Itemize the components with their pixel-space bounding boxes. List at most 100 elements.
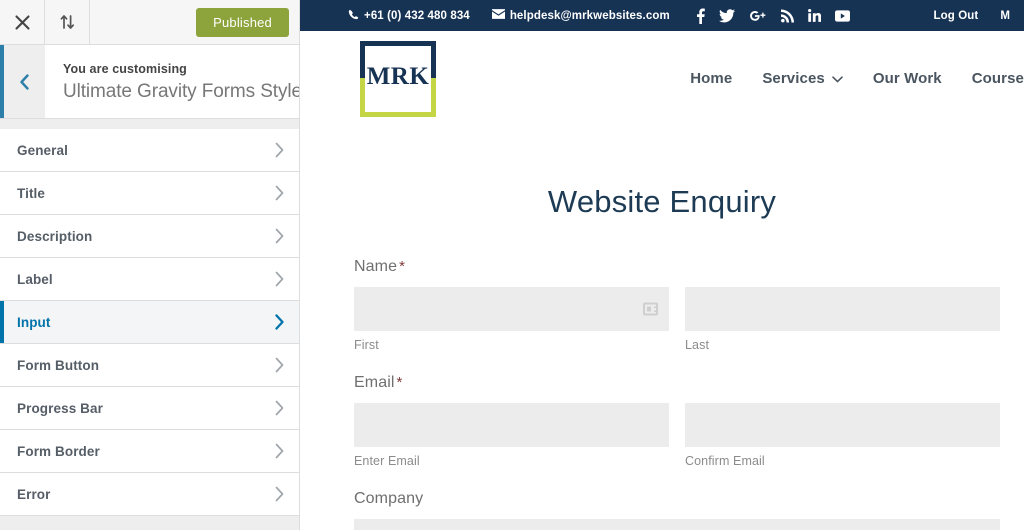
section-label: Description — [17, 228, 93, 244]
nav-item-label: Services — [762, 70, 825, 87]
field-label-text: Email — [354, 374, 395, 391]
field-row — [354, 519, 1000, 530]
phone-icon — [348, 9, 359, 23]
collapse-sidebar-button[interactable] — [0, 45, 45, 118]
field-column: Last — [685, 287, 1000, 352]
section-label: Form Border — [17, 443, 100, 459]
customizer-section-label[interactable]: Label — [0, 258, 299, 301]
envelope-icon — [491, 9, 505, 22]
truncated-link[interactable]: M — [1000, 10, 1010, 22]
section-label: Form Button — [17, 357, 100, 373]
nav-item-our-work[interactable]: Our Work — [873, 70, 942, 87]
linkedin-icon[interactable] — [807, 9, 821, 22]
nav-item-label: Home — [690, 70, 733, 87]
chevron-right-icon — [274, 185, 285, 201]
input-sublabel: Confirm Email — [685, 454, 765, 468]
customizer-section-form-button[interactable]: Form Button — [0, 344, 299, 387]
site-preview: +61 (0) 432 480 834 helpdesk@mrkwebsites… — [300, 0, 1024, 530]
customizer-section-title[interactable]: Title — [0, 172, 299, 215]
customizer-toolbar: Published — [0, 0, 299, 45]
facebook-icon[interactable] — [696, 8, 705, 24]
customizer-section-progress-bar[interactable]: Progress Bar — [0, 387, 299, 430]
phone-number: +61 (0) 432 480 834 — [364, 9, 470, 22]
email-contact[interactable]: helpdesk@mrkwebsites.com — [491, 9, 670, 22]
nav-item-services[interactable]: Services — [762, 70, 843, 87]
chevron-right-icon — [274, 142, 285, 158]
rss-icon[interactable] — [780, 9, 794, 23]
chevron-right-icon — [274, 228, 285, 244]
section-label: Title — [17, 185, 46, 201]
nav-item-home[interactable]: Home — [690, 70, 732, 87]
customizer-screen: Published You are customising Ultimate G… — [0, 0, 1024, 530]
site-top-bar: +61 (0) 432 480 834 helpdesk@mrkwebsites… — [300, 0, 1024, 31]
customizer-section-form-border[interactable]: Form Border — [0, 430, 299, 473]
google-plus-icon[interactable] — [749, 9, 767, 23]
required-asterisk: * — [396, 374, 403, 391]
field-row: Enter Email Confirm Email — [354, 403, 1000, 468]
logo-text: MRK — [366, 62, 430, 90]
input-email-enter-email[interactable] — [354, 403, 669, 447]
close-icon[interactable] — [0, 0, 45, 44]
section-label: Label — [17, 271, 53, 287]
chevron-right-icon — [274, 400, 285, 416]
customizing-subtitle: You are customising — [63, 62, 187, 77]
topbar-right-links: Log Out M — [934, 10, 1010, 22]
publish-button[interactable]: Published — [196, 7, 289, 37]
field-column: First — [354, 287, 669, 352]
form-field-email: Email * Enter Email Confirm Email — [354, 374, 1000, 468]
phone-contact[interactable]: +61 (0) 432 480 834 — [348, 9, 470, 23]
form-field-company: Company — [354, 490, 1000, 530]
email-address: helpdesk@mrkwebsites.com — [509, 9, 670, 22]
site-logo[interactable]: MRK — [360, 40, 436, 117]
twitter-icon[interactable] — [718, 8, 735, 23]
required-asterisk: * — [399, 258, 406, 275]
field-label: Email * — [354, 374, 1000, 392]
form-field-name: Name * First Last — [354, 258, 1000, 352]
customizing-info-panel: You are customising Ultimate Gravity For… — [0, 45, 299, 119]
chevron-right-icon — [274, 357, 285, 373]
social-links — [696, 8, 850, 24]
customizing-info-text: You are customising Ultimate Gravity For… — [45, 45, 299, 118]
field-column — [354, 519, 1000, 530]
logo-frame: MRK — [360, 40, 436, 117]
field-label: Name * — [354, 258, 1000, 276]
input-sublabel: First — [354, 338, 379, 352]
input-email-confirm-email[interactable] — [685, 403, 1000, 447]
site-header: MRK Home Services Our Work Course — [300, 31, 1024, 126]
enquiry-form: Name * First Last Email * Enter Email Confirm E… — [300, 220, 1024, 530]
site-main-nav: Home Services Our Work Course — [690, 70, 1024, 87]
customizer-section-error[interactable]: Error — [0, 473, 299, 516]
site-main-content: Website Enquiry Name * First Last Email * Ente… — [300, 126, 1024, 530]
chevron-right-icon — [274, 271, 285, 287]
customizer-section-input[interactable]: Input — [0, 301, 299, 344]
field-label-text: Name — [354, 258, 398, 275]
nav-item-course[interactable]: Course — [972, 70, 1024, 87]
nav-item-label: Our Work — [872, 70, 942, 87]
youtube-icon[interactable] — [834, 9, 850, 22]
customizer-section-description[interactable]: Description — [0, 215, 299, 258]
input-sublabel: Last — [685, 338, 710, 352]
section-label: Input — [17, 314, 51, 330]
field-column: Enter Email — [354, 403, 669, 468]
input-name-first[interactable] — [354, 287, 669, 331]
chevron-right-icon — [274, 443, 285, 459]
section-label: General — [17, 142, 68, 158]
field-label-text: Company — [354, 490, 424, 507]
form-title: Website Enquiry — [547, 184, 777, 219]
chevron-right-icon — [274, 486, 285, 502]
chevron-right-icon — [274, 314, 285, 330]
section-label: Error — [17, 486, 51, 502]
customizer-section-list: General Title Description Label Input Form Bu… — [0, 119, 299, 530]
input-sublabel: Enter Email — [354, 454, 420, 468]
chevron-left-icon — [18, 73, 31, 91]
input-name-last[interactable] — [685, 287, 1000, 331]
device-preview-icon[interactable] — [45, 0, 90, 44]
customizer-section-general[interactable]: General — [0, 129, 299, 172]
field-column: Confirm Email — [685, 403, 1000, 468]
field-row: First Last — [354, 287, 1000, 352]
customizer-sidebar: Published You are customising Ultimate G… — [0, 0, 300, 530]
input-company[interactable] — [354, 519, 1000, 530]
logout-link[interactable]: Log Out — [934, 10, 979, 22]
field-label: Company — [354, 490, 1000, 508]
